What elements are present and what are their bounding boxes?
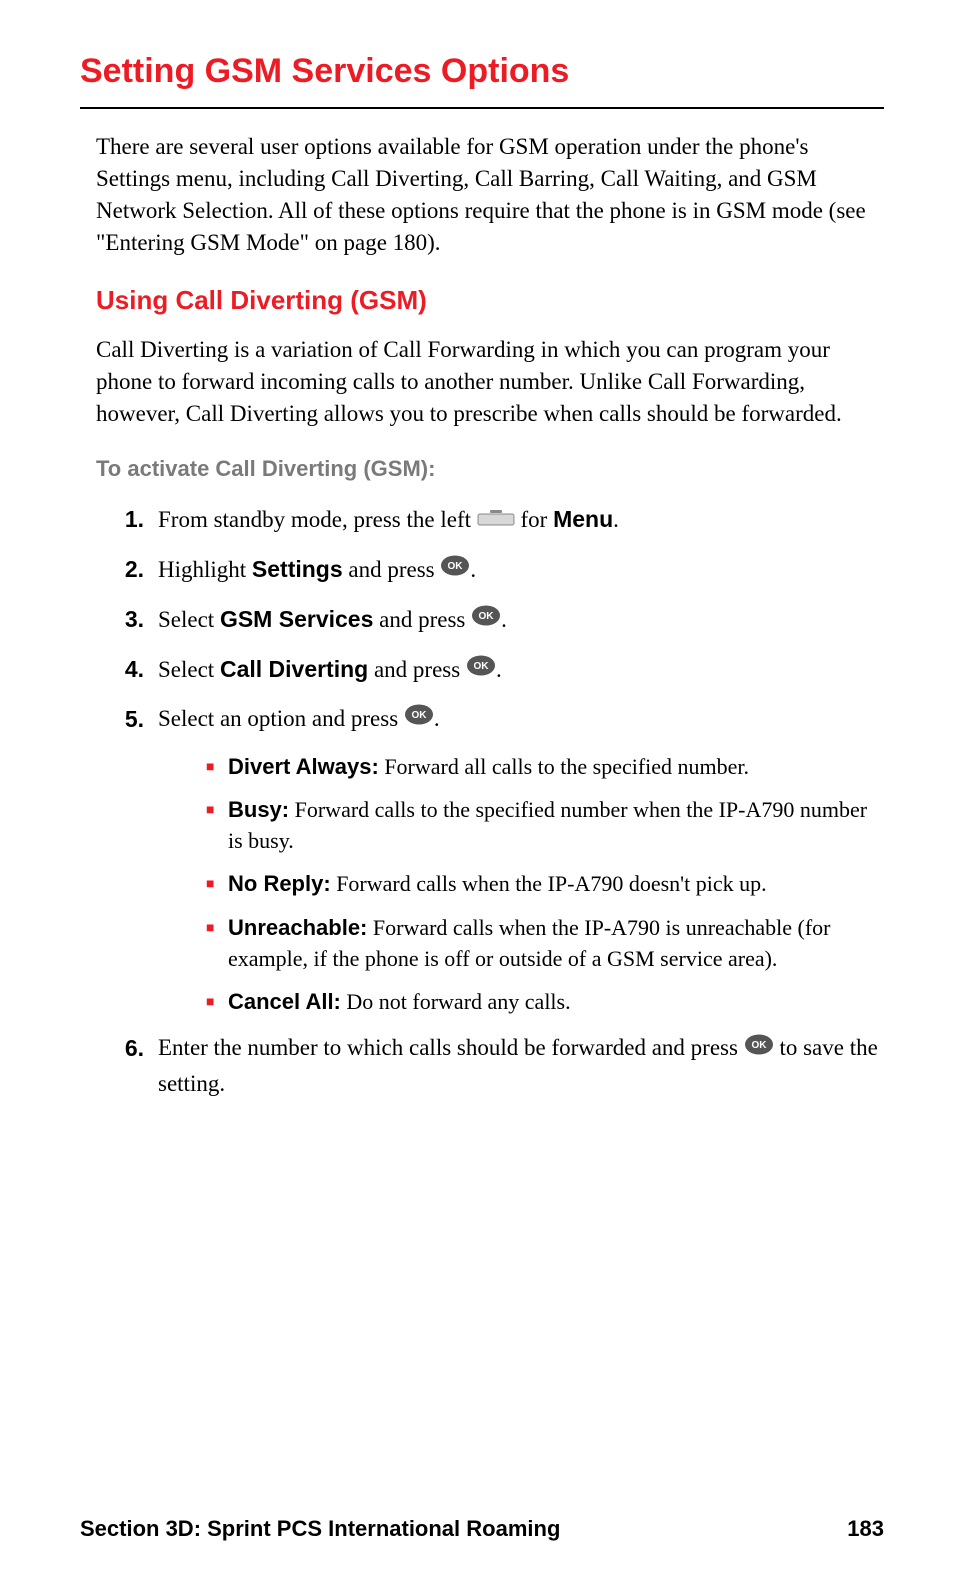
- bullet-item: ■ No Reply: Forward calls when the IP-A7…: [206, 868, 884, 899]
- step-number: 2.: [112, 552, 158, 587]
- section-paragraph: Call Diverting is a variation of Call Fo…: [96, 334, 884, 430]
- bullet-item: ■ Unreachable: Forward calls when the IP…: [206, 912, 884, 974]
- bullet-text: Unreachable: Forward calls when the IP-A…: [228, 912, 884, 974]
- step-text: Select GSM Services and press OK.: [158, 602, 884, 639]
- page-footer: Section 3D: Sprint PCS International Roa…: [80, 1516, 884, 1542]
- svg-text:OK: OK: [479, 611, 495, 622]
- svg-text:OK: OK: [411, 710, 427, 721]
- step-text: Select an option and press OK.: [158, 702, 884, 738]
- step-text: Highlight Settings and press OK.: [158, 552, 884, 589]
- svg-text:OK: OK: [751, 1040, 767, 1051]
- bullet-marker-icon: ■: [206, 868, 228, 899]
- ok-button-icon: OK: [471, 602, 501, 637]
- step-text: Enter the number to which calls should b…: [158, 1031, 884, 1101]
- text: and press: [343, 557, 441, 582]
- bullet-list: ■ Divert Always: Forward all calls to th…: [206, 751, 884, 1018]
- text: and press: [373, 607, 471, 632]
- text: .: [613, 507, 619, 532]
- bold-text: Menu: [553, 506, 613, 532]
- text: for: [515, 507, 553, 532]
- ok-button-icon: OK: [466, 652, 496, 687]
- text: .: [501, 607, 507, 632]
- softkey-icon: [477, 502, 515, 537]
- text: Forward calls when the IP-A790 doesn't p…: [331, 871, 767, 896]
- bullet-marker-icon: ■: [206, 986, 228, 1017]
- step-number: 4.: [112, 652, 158, 687]
- bold-text: No Reply:: [228, 871, 331, 896]
- bullet-text: Busy: Forward calls to the specified num…: [228, 794, 884, 856]
- text: Forward calls to the specified number wh…: [228, 797, 867, 853]
- bold-text: Divert Always:: [228, 754, 379, 779]
- step-number: 6.: [112, 1031, 158, 1066]
- step-item: 4. Select Call Diverting and press OK.: [112, 652, 884, 689]
- ok-button-icon: OK: [404, 701, 434, 736]
- text: From standby mode, press the left: [158, 507, 477, 532]
- step-text: From standby mode, press the left for Me…: [158, 502, 884, 539]
- bold-text: Call Diverting: [220, 656, 368, 682]
- footer-section: Section 3D: Sprint PCS International Roa…: [80, 1516, 560, 1542]
- svg-text:OK: OK: [473, 661, 489, 672]
- text: Select: [158, 607, 220, 632]
- svg-text:OK: OK: [448, 561, 464, 572]
- bold-text: Unreachable:: [228, 915, 367, 940]
- intro-paragraph: There are several user options available…: [96, 131, 884, 259]
- text: Select an option and press: [158, 706, 404, 731]
- step-number: 1.: [112, 502, 158, 537]
- ok-button-icon: OK: [744, 1031, 774, 1066]
- procedure-heading: To activate Call Diverting (GSM):: [96, 456, 884, 482]
- step-item: 3. Select GSM Services and press OK.: [112, 602, 884, 639]
- text: Select: [158, 657, 220, 682]
- text: .: [496, 657, 502, 682]
- bullet-item: ■ Busy: Forward calls to the specified n…: [206, 794, 884, 856]
- step-number: 3.: [112, 602, 158, 637]
- text: Forward all calls to the specified numbe…: [379, 754, 749, 779]
- text: Do not forward any calls.: [341, 989, 571, 1014]
- step-item: 5. Select an option and press OK.: [112, 702, 884, 738]
- bold-text: Cancel All:: [228, 989, 341, 1014]
- text: and press: [368, 657, 466, 682]
- bold-text: GSM Services: [220, 606, 373, 632]
- text: Highlight: [158, 557, 252, 582]
- bullet-text: Cancel All: Do not forward any calls.: [228, 986, 884, 1017]
- text: .: [434, 706, 440, 731]
- bullet-text: No Reply: Forward calls when the IP-A790…: [228, 868, 884, 899]
- heading-rule: [80, 107, 884, 109]
- step-list: 1. From standby mode, press the left for…: [112, 502, 884, 1102]
- bullet-marker-icon: ■: [206, 751, 228, 782]
- bullet-marker-icon: ■: [206, 912, 228, 974]
- ok-button-icon: OK: [440, 552, 470, 587]
- bullet-marker-icon: ■: [206, 794, 228, 856]
- page-heading: Setting GSM Services Options: [80, 52, 884, 91]
- footer-page-number: 183: [847, 1516, 884, 1542]
- step-item: 1. From standby mode, press the left for…: [112, 502, 884, 539]
- text: Enter the number to which calls should b…: [158, 1035, 744, 1060]
- step-number: 5.: [112, 702, 158, 737]
- bullet-item: ■ Divert Always: Forward all calls to th…: [206, 751, 884, 782]
- step-text: Select Call Diverting and press OK.: [158, 652, 884, 689]
- bullet-item: ■ Cancel All: Do not forward any calls.: [206, 986, 884, 1017]
- bold-text: Settings: [252, 556, 343, 582]
- step-item: 6. Enter the number to which calls shoul…: [112, 1031, 884, 1101]
- bullet-text: Divert Always: Forward all calls to the …: [228, 751, 884, 782]
- section-heading: Using Call Diverting (GSM): [96, 285, 884, 316]
- text: .: [470, 557, 476, 582]
- bold-text: Busy:: [228, 797, 289, 822]
- step-item: 2. Highlight Settings and press OK.: [112, 552, 884, 589]
